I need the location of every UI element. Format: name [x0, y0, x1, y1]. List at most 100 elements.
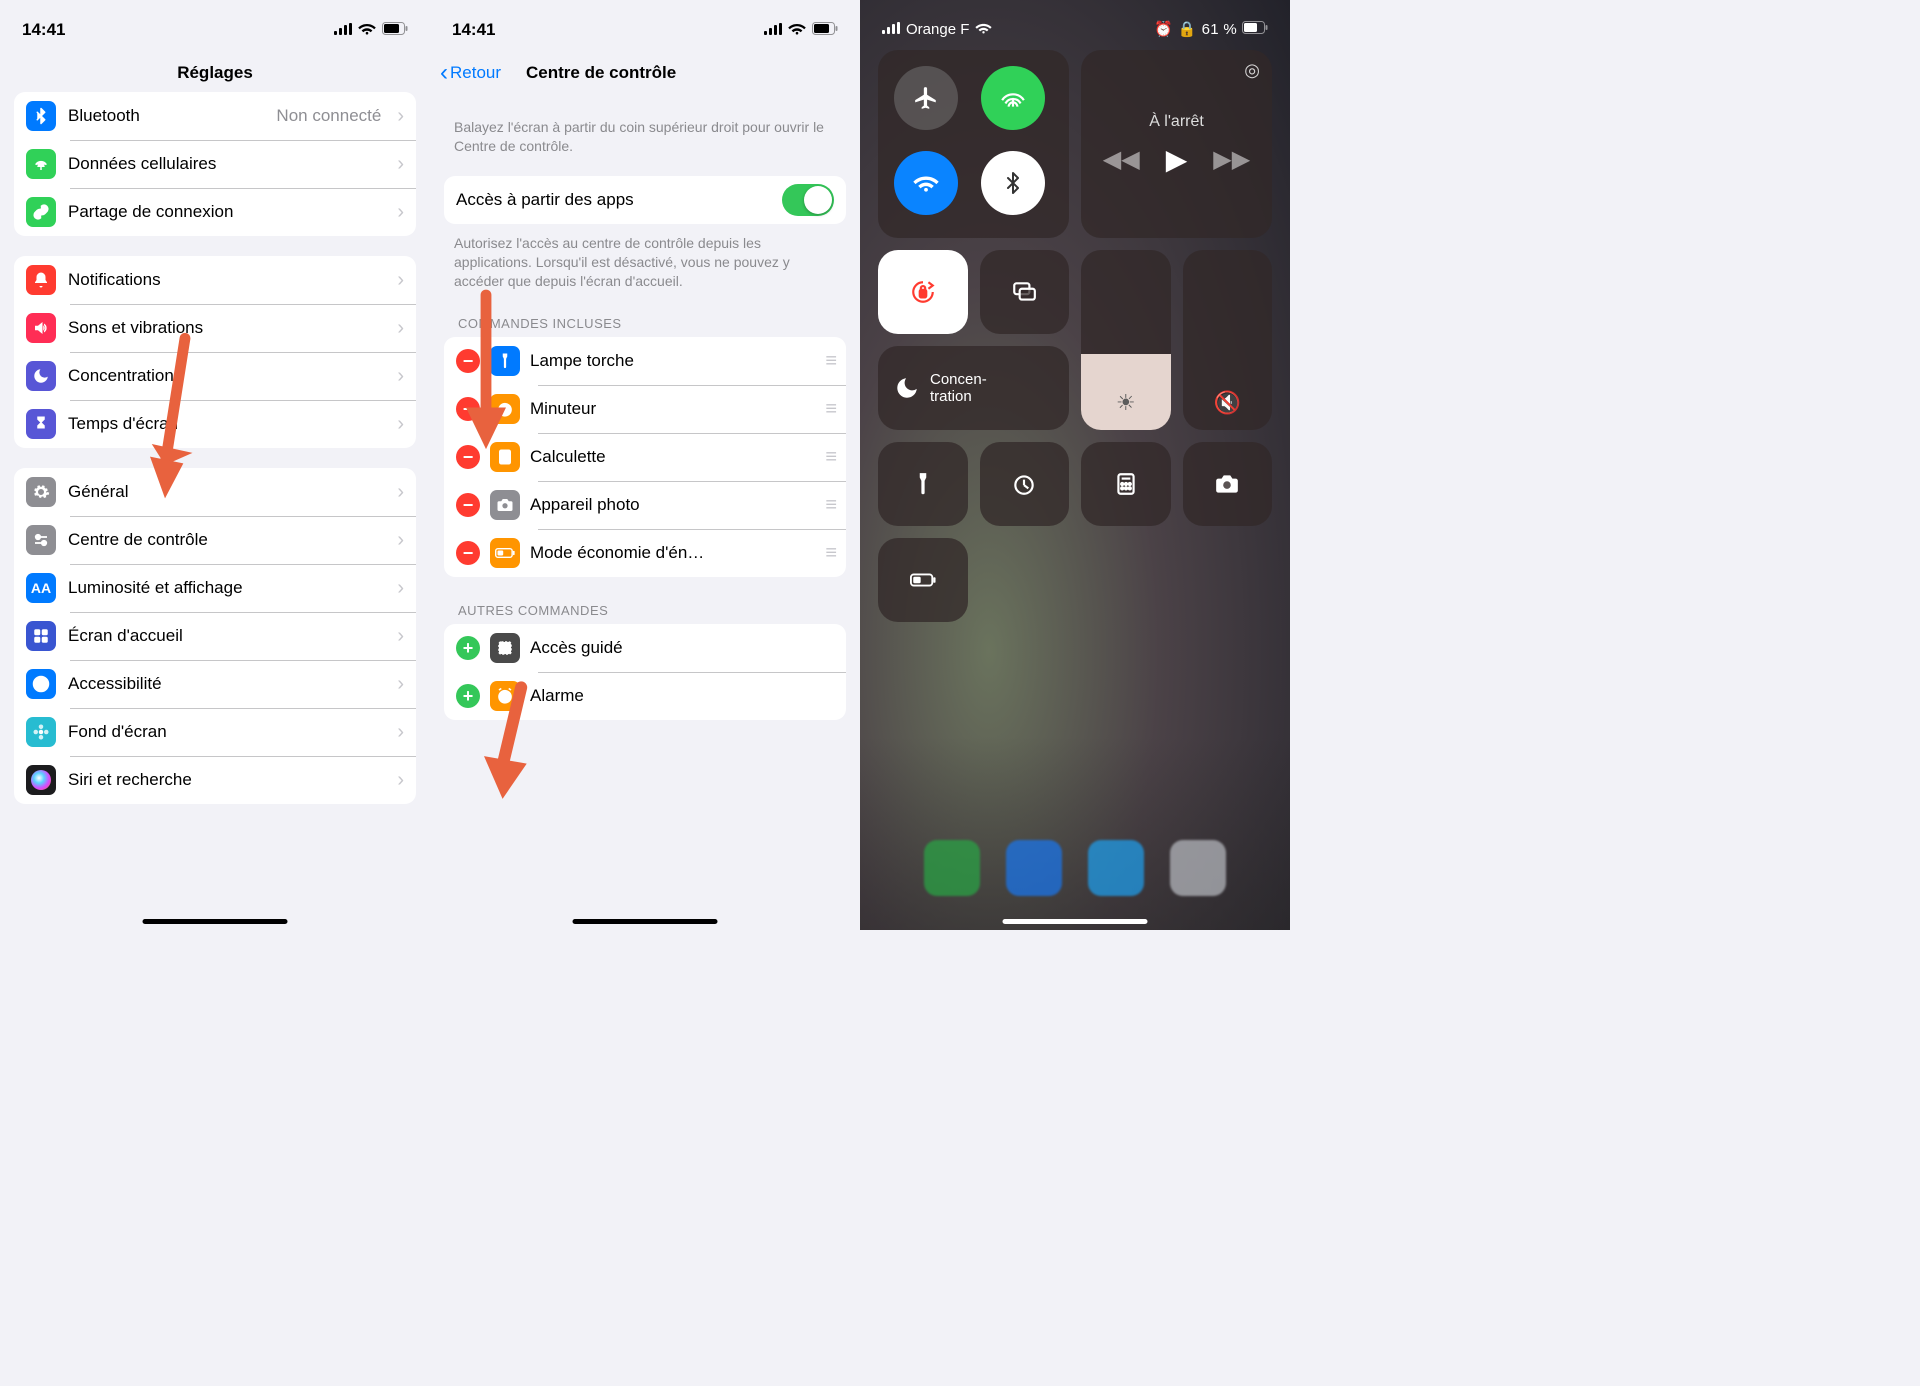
screen-mirroring-button[interactable] — [980, 250, 1070, 334]
chevron-right-icon: › — [397, 269, 404, 292]
bt-icon — [26, 101, 56, 131]
flower-icon — [26, 717, 56, 747]
remove-button[interactable]: − — [456, 397, 480, 421]
row-label: Siri et recherche — [68, 770, 385, 790]
antenna-icon — [26, 149, 56, 179]
intro-text: Balayez l'écran à partir du coin supérie… — [454, 118, 836, 156]
settings-row-hotspot[interactable]: Partage de connexion› — [14, 188, 416, 236]
media-tile[interactable]: ◎ À l'arrêt ◀◀ ▶ ▶▶ — [1081, 50, 1272, 238]
settings-row-home[interactable]: Écran d'accueil› — [14, 612, 416, 660]
status-bar: 14:41 — [430, 0, 860, 50]
prev-track-button[interactable]: ◀◀ — [1103, 145, 1140, 174]
switches-icon — [26, 525, 56, 555]
carrier-label: Orange F — [906, 21, 969, 38]
orientation-lock-icon: 🔒 — [1178, 20, 1197, 38]
page-title: Réglages — [177, 63, 253, 83]
settings-row-siri[interactable]: Siri et recherche › — [14, 756, 416, 804]
settings-group-notifications: Notifications›Sons et vibrations›Concent… — [14, 256, 416, 448]
row-label: Écran d'accueil — [68, 626, 385, 646]
row-label: Concentration — [68, 366, 385, 386]
settings-row-sounds[interactable]: Sons et vibrations› — [14, 304, 416, 352]
airplane-mode-toggle[interactable] — [894, 66, 958, 130]
access-description: Autorisez l'accès au centre de contrôle … — [454, 234, 836, 291]
alarm-icon — [490, 681, 520, 711]
battery-percent: 61 % — [1202, 21, 1237, 38]
access-toggle[interactable] — [782, 184, 834, 216]
add-button[interactable]: + — [456, 636, 480, 660]
settings-row-notifications[interactable]: Notifications› — [14, 256, 416, 304]
low-power-button[interactable] — [878, 538, 968, 622]
calc-icon — [490, 442, 520, 472]
settings-row-display[interactable]: AALuminosité et affichage› — [14, 564, 416, 612]
status-indicators — [334, 22, 408, 39]
wifi-icon — [358, 22, 376, 39]
add-button[interactable]: + — [456, 684, 480, 708]
settings-row-cellular[interactable]: Données cellulaires› — [14, 140, 416, 188]
settings-row-controlcenter[interactable]: Centre de contrôle› — [14, 516, 416, 564]
flashlight-button[interactable] — [878, 442, 968, 526]
next-track-button[interactable]: ▶▶ — [1213, 145, 1250, 174]
control-row-timer: −Minuteur≡ — [444, 385, 846, 433]
settings-row-screentime[interactable]: Temps d'écran› — [14, 400, 416, 448]
control-label: Alarme — [530, 686, 834, 706]
wifi-toggle[interactable] — [894, 151, 958, 215]
control-center-screen: Orange F ⏰ 🔒 61 % ◎ À l'arrêt ◀◀ ▶ ▶▶ — [860, 0, 1290, 930]
control-label: Mode économie d'én… — [530, 543, 815, 563]
row-label: Centre de contrôle — [68, 530, 385, 550]
camera-button[interactable] — [1183, 442, 1273, 526]
chevron-right-icon: › — [397, 673, 404, 696]
control-center-settings-screen: 14:41 ‹ Retour Centre de contrôle Balaye… — [430, 0, 860, 930]
settings-row-focus[interactable]: Concentration › — [14, 352, 416, 400]
settings-row-wallpaper[interactable]: Fond d'écran› — [14, 708, 416, 756]
drag-handle-icon[interactable]: ≡ — [825, 542, 834, 565]
connectivity-group[interactable] — [878, 50, 1069, 238]
brightness-slider[interactable]: ☀ — [1081, 250, 1171, 430]
focus-button[interactable]: Concen-tration — [878, 346, 1069, 430]
orientation-lock-toggle[interactable] — [878, 250, 968, 334]
dock-preview — [860, 736, 1290, 930]
control-row-calc: − Calculette ≡ — [444, 433, 846, 481]
drag-handle-icon[interactable]: ≡ — [825, 446, 834, 469]
battery-icon — [812, 22, 838, 39]
speaker-icon — [26, 313, 56, 343]
link-icon — [26, 197, 56, 227]
hourglass-icon — [26, 409, 56, 439]
battery-icon — [490, 538, 520, 568]
control-label: Calculette — [530, 447, 815, 467]
siri-icon — [26, 765, 56, 795]
bluetooth-toggle[interactable] — [981, 151, 1045, 215]
gear-icon — [26, 477, 56, 507]
volume-slider[interactable]: 🔇 — [1183, 250, 1273, 430]
person-icon — [26, 669, 56, 699]
chevron-right-icon: › — [397, 769, 404, 792]
drag-handle-icon[interactable]: ≡ — [825, 398, 834, 421]
remove-button[interactable]: − — [456, 445, 480, 469]
row-label: Fond d'écran — [68, 722, 385, 742]
camera-icon — [490, 490, 520, 520]
calculator-button[interactable] — [1081, 442, 1171, 526]
remove-button[interactable]: − — [456, 541, 480, 565]
control-row-alarm: + Alarme — [444, 672, 846, 720]
settings-row-general[interactable]: Général› — [14, 468, 416, 516]
chevron-right-icon: › — [397, 365, 404, 388]
battery-icon — [1242, 21, 1268, 38]
access-toggle-group: Accès à partir des apps — [444, 176, 846, 224]
status-bar: Orange F ⏰ 🔒 61 % — [860, 0, 1290, 38]
back-button[interactable]: ‹ Retour — [440, 61, 501, 85]
access-from-apps-row[interactable]: Accès à partir des apps — [444, 176, 846, 224]
chevron-right-icon: › — [397, 481, 404, 504]
settings-row-bluetooth[interactable]: BluetoothNon connecté› — [14, 92, 416, 140]
play-button[interactable]: ▶ — [1166, 143, 1188, 176]
settings-row-accessibility[interactable]: Accessibilité› — [14, 660, 416, 708]
cellular-data-toggle[interactable] — [981, 66, 1045, 130]
chevron-right-icon: › — [397, 317, 404, 340]
drag-handle-icon[interactable]: ≡ — [825, 350, 834, 373]
remove-button[interactable]: − — [456, 349, 480, 373]
timer-button[interactable] — [980, 442, 1070, 526]
remove-button[interactable]: − — [456, 493, 480, 517]
included-controls-group: −Lampe torche≡−Minuteur≡−Calculette≡−App… — [444, 337, 846, 577]
drag-handle-icon[interactable]: ≡ — [825, 494, 834, 517]
home-indicator — [143, 919, 288, 924]
control-center-grid: ◎ À l'arrêt ◀◀ ▶ ▶▶ ☀ 🔇 Concen-tration — [860, 38, 1290, 634]
airplay-icon[interactable]: ◎ — [1244, 60, 1260, 81]
